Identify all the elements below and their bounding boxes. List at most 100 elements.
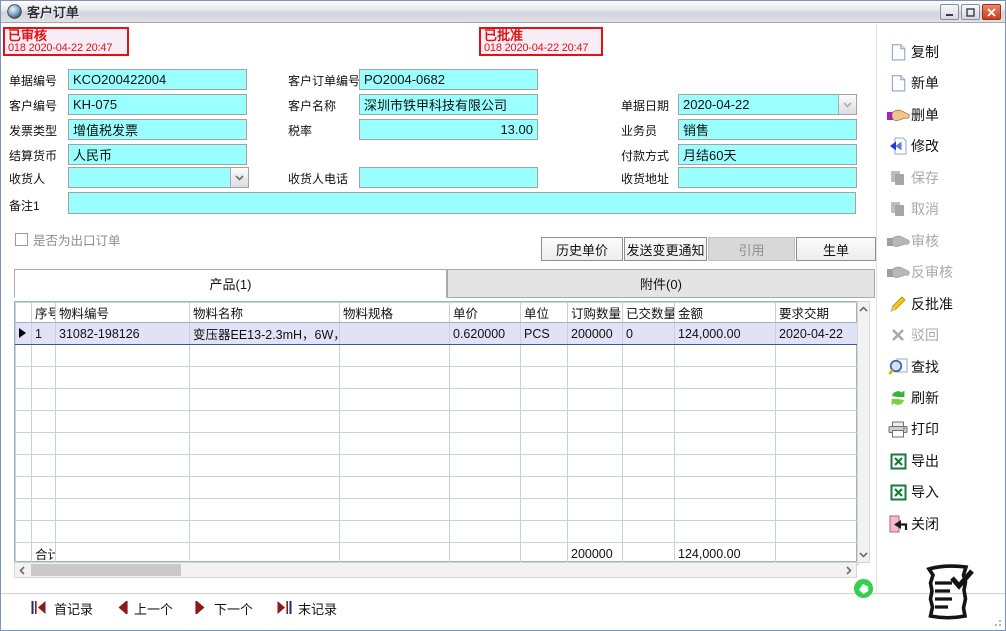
reject-icon bbox=[885, 327, 911, 343]
action-button-4[interactable]: 生单 bbox=[796, 237, 876, 261]
resize-grip[interactable] bbox=[991, 616, 1001, 626]
nav-button-1[interactable]: 首记录 bbox=[31, 599, 93, 618]
scroll-right-icon[interactable] bbox=[842, 563, 856, 577]
nav-button-4[interactable]: 末记录 bbox=[275, 599, 337, 618]
status-green-badge-icon bbox=[853, 578, 874, 604]
close-button[interactable] bbox=[982, 4, 1001, 20]
consignee-phone-field[interactable] bbox=[359, 167, 538, 188]
currency-field[interactable] bbox=[68, 144, 247, 165]
table-cell[interactable]: 124,000.00 bbox=[675, 323, 776, 345]
salesman-label: 业务员 bbox=[621, 122, 657, 139]
export-order-checkbox-label: 是否为出口订单 bbox=[33, 230, 121, 249]
sidebar-button-反审核[interactable]: 反审核 bbox=[885, 259, 1003, 285]
table-cell[interactable] bbox=[340, 323, 450, 345]
sidebar-button-审核[interactable]: 审核 bbox=[885, 228, 1003, 254]
table-cell[interactable]: 0.620000 bbox=[450, 323, 521, 345]
table-cell[interactable]: PCS bbox=[521, 323, 568, 345]
sidebar-button-修改[interactable]: 修改 bbox=[885, 133, 1003, 159]
horizontal-scrollbar[interactable] bbox=[14, 562, 857, 578]
row-selector-cell[interactable] bbox=[16, 323, 32, 345]
sidebar-button-驳回[interactable]: 驳回 bbox=[885, 322, 1003, 348]
salesman-field[interactable] bbox=[678, 119, 857, 140]
current-row-marker-icon bbox=[19, 328, 26, 338]
nav-button-3[interactable]: 下一个 bbox=[195, 599, 253, 618]
scrollbar-thumb[interactable] bbox=[31, 564, 181, 576]
table-row[interactable]: 131082-198126变压器EE13-2.3mH，6W， 0.620000P… bbox=[16, 323, 859, 345]
action-button-3[interactable]: 引用 bbox=[708, 237, 795, 261]
sidebar-button-新单[interactable]: 新单 bbox=[885, 70, 1003, 96]
sidebar-button-label: 复制 bbox=[911, 42, 939, 62]
export-excel-icon bbox=[885, 453, 911, 470]
consignee-dropdown-arrow-icon[interactable] bbox=[230, 168, 248, 187]
consignee-label: 收货人 bbox=[9, 170, 45, 187]
payment-field[interactable] bbox=[678, 144, 857, 165]
signed-document-icon bbox=[919, 561, 977, 626]
scroll-up-icon[interactable] bbox=[858, 302, 869, 316]
doc-date-dropdown-arrow-icon[interactable] bbox=[838, 95, 856, 114]
vertical-scrollbar[interactable] bbox=[857, 301, 870, 563]
table-cell[interactable]: 1 bbox=[32, 323, 56, 345]
copy-icon bbox=[885, 43, 911, 61]
table-cell[interactable]: 31082-198126 bbox=[56, 323, 190, 345]
sidebar-button-label: 删单 bbox=[911, 105, 939, 125]
scroll-down-icon[interactable] bbox=[858, 548, 869, 562]
maximize-button[interactable] bbox=[961, 4, 980, 20]
unreview-icon bbox=[885, 264, 911, 280]
sidebar-button-反批准[interactable]: 反批准 bbox=[885, 291, 1003, 317]
table-cell[interactable]: 2020-04-22 bbox=[776, 323, 859, 345]
sidebar-button-查找[interactable]: 查找 bbox=[885, 354, 1003, 380]
cust-order-no-field[interactable] bbox=[359, 69, 538, 90]
consignee-combo[interactable] bbox=[68, 167, 249, 188]
sidebar-button-删单[interactable]: 删单 bbox=[885, 102, 1003, 128]
sidebar-button-刷新[interactable]: 刷新 bbox=[885, 385, 1003, 411]
empty-table-row bbox=[16, 521, 859, 543]
action-button-row: 历史单价发送变更通知引用生单 bbox=[541, 237, 877, 261]
tab-2[interactable]: 附件(0) bbox=[447, 269, 875, 298]
sidebar-button-label: 反审核 bbox=[911, 262, 953, 282]
nav-button-label: 末记录 bbox=[298, 599, 337, 618]
delivery-address-field[interactable] bbox=[678, 167, 857, 188]
import-excel-icon bbox=[885, 484, 911, 501]
remark1-field[interactable] bbox=[68, 192, 856, 214]
table-cell[interactable]: 0 bbox=[623, 323, 675, 345]
payment-label: 付款方式 bbox=[621, 147, 669, 164]
sidebar-button-label: 打印 bbox=[911, 419, 939, 439]
table-cell[interactable]: 200000 bbox=[568, 323, 623, 345]
nav-button-2[interactable]: 上一个 bbox=[115, 599, 173, 618]
sidebar-button-打印[interactable]: 打印 bbox=[885, 416, 1003, 442]
action-button-2[interactable]: 发送变更通知 bbox=[624, 237, 707, 261]
export-order-checkbox[interactable] bbox=[15, 233, 28, 246]
cust-order-no-label: 客户订单编号 bbox=[288, 72, 360, 89]
doc-date-field[interactable] bbox=[678, 94, 857, 115]
next-record-icon bbox=[195, 601, 208, 617]
cust-no-field[interactable] bbox=[68, 94, 247, 115]
table-cell[interactable]: 变压器EE13-2.3mH，6W， bbox=[190, 323, 340, 345]
cust-name-field[interactable] bbox=[359, 94, 538, 115]
sidebar-button-导入[interactable]: 导入 bbox=[885, 479, 1003, 505]
invoice-type-field[interactable] bbox=[68, 119, 247, 140]
doc-no-field[interactable] bbox=[68, 69, 247, 90]
sidebar-button-label: 导出 bbox=[911, 451, 939, 471]
delivery-address-label: 收货地址 bbox=[621, 170, 669, 187]
nav-button-label: 上一个 bbox=[134, 599, 173, 618]
sidebar-button-label: 修改 bbox=[911, 136, 939, 156]
column-header: 物料规格 bbox=[340, 303, 450, 323]
empty-table-row bbox=[16, 389, 859, 411]
print-icon bbox=[885, 421, 911, 438]
minimize-button[interactable] bbox=[940, 4, 959, 20]
tax-rate-label: 税率 bbox=[288, 122, 312, 139]
action-button-1[interactable]: 历史单价 bbox=[541, 237, 623, 261]
doc-date-combo[interactable] bbox=[678, 94, 857, 115]
consignee-field[interactable] bbox=[68, 167, 249, 188]
customer-order-window: 客户订单 已审核 018 2020-04-22 20:47 已批准 018 20… bbox=[0, 0, 1006, 631]
sidebar-button-label: 新单 bbox=[911, 73, 939, 93]
empty-table-row bbox=[16, 477, 859, 499]
scroll-left-icon[interactable] bbox=[15, 563, 29, 577]
sidebar-button-取消[interactable]: 取消 bbox=[885, 196, 1003, 222]
tax-rate-field[interactable] bbox=[359, 119, 538, 140]
sidebar-button-关闭[interactable]: 关闭 bbox=[885, 511, 1003, 537]
sidebar-button-复制[interactable]: 复制 bbox=[885, 39, 1003, 65]
sidebar-button-导出[interactable]: 导出 bbox=[885, 448, 1003, 474]
sidebar-button-保存[interactable]: 保存 bbox=[885, 165, 1003, 191]
tab-1[interactable]: 产品(1) bbox=[14, 269, 447, 298]
